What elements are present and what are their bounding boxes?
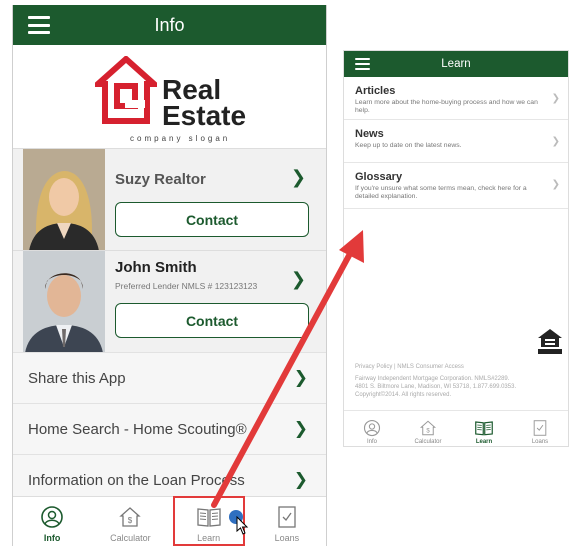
tab-calculator[interactable]: $ Calculator <box>91 497 169 546</box>
tab-learn[interactable]: Learn <box>456 411 512 446</box>
contact-button[interactable]: Contact <box>115 303 309 338</box>
tab-info[interactable]: Info <box>344 411 400 446</box>
house-logo-icon <box>95 56 157 124</box>
tab-bar: Info $ Calculator Learn Loans <box>13 496 326 546</box>
learn-screen: Learn Articles Learn more about the home… <box>343 50 569 447</box>
learn-item-title: Articles <box>355 85 396 97</box>
app-header: Learn <box>344 51 568 77</box>
page-title: Info <box>154 14 185 35</box>
learn-item-news[interactable]: News Keep up to date on the latest news.… <box>344 120 568 163</box>
chevron-right-icon: ❯ <box>293 419 308 438</box>
calculator-icon: $ <box>119 507 142 527</box>
tab-bar: Info $ Calculator Learn Loans <box>344 410 568 446</box>
agent-photo <box>23 149 105 251</box>
menu-item-home-search[interactable]: Home Search - Home Scouting® ❯ <box>13 403 326 454</box>
info-screen: Info Real Estate company slogan Suzy Rea… <box>12 5 327 546</box>
agent-card[interactable]: Suzy Realtor ❯ Contact <box>13 148 326 251</box>
chevron-right-icon[interactable]: ❯ <box>291 167 306 188</box>
tab-loans[interactable]: Loans <box>512 411 568 446</box>
svg-text:$: $ <box>426 429 430 435</box>
agent-credentials: Preferred Lender NMLS # 123123123 <box>115 281 258 291</box>
chevron-right-icon: ❯ <box>551 136 560 147</box>
agent-photo <box>23 251 105 353</box>
info-icon <box>41 506 63 528</box>
checklist-icon <box>533 420 547 436</box>
equal-housing-lender-icon <box>538 329 562 354</box>
hamburger-menu-icon[interactable] <box>28 16 50 34</box>
menu-item-label: Home Search - Home Scouting® <box>28 420 247 438</box>
info-icon <box>363 419 381 437</box>
logo-wordmark: Real Estate <box>162 74 247 131</box>
tab-calculator[interactable]: $ Calculator <box>400 411 456 446</box>
agent-card[interactable]: John Smith Preferred Lender NMLS # 12312… <box>13 250 326 353</box>
learn-item-glossary[interactable]: Glossary If you're unsure what some term… <box>344 163 568 209</box>
tab-info[interactable]: Info <box>13 497 91 546</box>
contact-button[interactable]: Contact <box>115 202 309 237</box>
company-logo: Real Estate company slogan <box>13 45 326 148</box>
learn-item-articles[interactable]: Articles Learn more about the home-buyin… <box>344 77 568 120</box>
learn-item-description: Learn more about the home-buying process… <box>355 99 538 114</box>
agent-name: Suzy Realtor <box>115 171 206 188</box>
svg-text:$: $ <box>128 516 133 525</box>
menu-item-label: Information on the Loan Process <box>28 471 245 489</box>
chevron-right-icon: ❯ <box>551 179 560 190</box>
chevron-right-icon: ❯ <box>293 368 308 387</box>
agent-name: John Smith <box>115 259 197 276</box>
app-header: Info <box>13 5 326 45</box>
legal-footer: Privacy Policy | NMLS Consumer Access Fa… <box>355 363 563 399</box>
page-title: Learn <box>441 58 471 70</box>
book-icon <box>475 421 493 436</box>
hamburger-menu-icon[interactable] <box>355 58 370 70</box>
cursor-pointer-icon <box>236 516 249 535</box>
menu-item-share-app[interactable]: Share this App ❯ <box>13 352 326 403</box>
learn-item-description: Keep up to date on the latest news. <box>355 142 462 149</box>
chevron-right-icon[interactable]: ❯ <box>291 269 306 290</box>
chevron-right-icon: ❯ <box>551 93 560 104</box>
menu-item-label: Share this App <box>28 369 126 387</box>
chevron-right-icon: ❯ <box>293 470 308 489</box>
learn-item-title: Glossary <box>355 171 403 183</box>
tab-loans[interactable]: Loans <box>248 497 326 546</box>
learn-item-description: If you're unsure what some terms mean, c… <box>355 185 527 200</box>
screenshot-stage: Info Real Estate company slogan Suzy Rea… <box>0 0 569 546</box>
checklist-icon <box>278 506 296 528</box>
footer-links[interactable]: Privacy Policy | NMLS Consumer Access <box>355 363 563 371</box>
learn-item-title: News <box>355 128 384 140</box>
calculator-icon: $ <box>419 420 437 436</box>
logo-slogan: company slogan <box>130 134 231 143</box>
